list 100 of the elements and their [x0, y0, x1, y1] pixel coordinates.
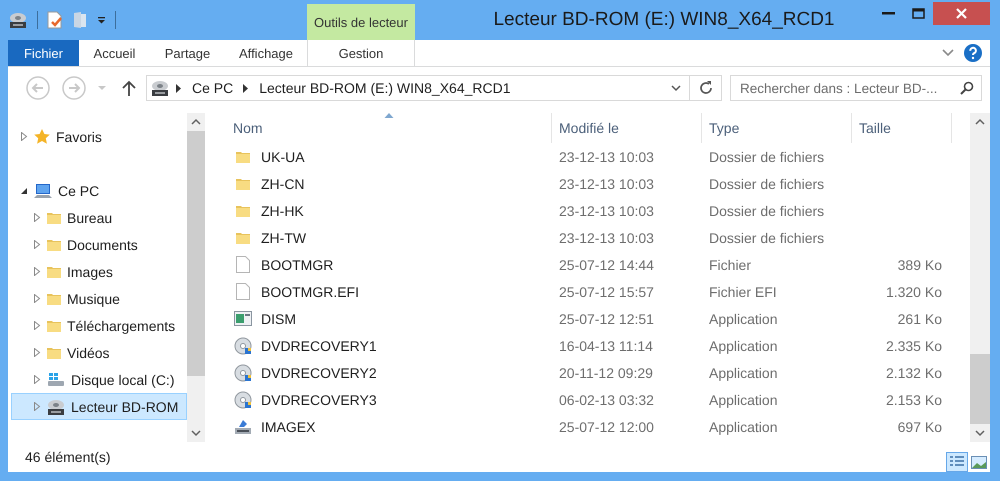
nav-label: Vidéos [67, 344, 110, 360]
modified-date: 23-12-13 10:03 [559, 230, 654, 246]
application-window-icon [234, 311, 252, 326]
window-title: Lecteur BD-ROM (E:) WIN8_X64_RCD1 [492, 8, 836, 32]
file-type: Fichier [709, 256, 752, 272]
refresh-button[interactable] [690, 75, 722, 101]
collapsed-arrow-icon[interactable] [33, 267, 41, 276]
breadcrumb[interactable]: Ce PC [188, 80, 238, 96]
disc-drive-icon [150, 79, 170, 97]
nav-item[interactable]: Documents [11, 231, 187, 258]
modified-date: 23-12-13 10:03 [559, 202, 654, 218]
help-icon[interactable] [964, 44, 982, 62]
file-type: Application [709, 338, 778, 354]
collapsed-arrow-icon[interactable] [33, 240, 41, 249]
file-row[interactable]: UK-UA 23-12-13 10:03 Dossier de fichiers [226, 143, 970, 170]
scroll-up-icon[interactable] [191, 117, 201, 127]
breadcrumb-arrow-icon[interactable] [243, 84, 250, 92]
expanded-arrow-icon[interactable] [20, 186, 28, 194]
details-view-button[interactable] [946, 452, 968, 472]
collapsed-arrow-icon[interactable] [33, 294, 41, 303]
file-size: 697 Ko [898, 418, 942, 434]
search-icon[interactable] [960, 81, 974, 95]
new-folder-icon[interactable] [72, 11, 88, 29]
file-type: Fichier EFI [709, 284, 777, 300]
disc-icon [234, 390, 252, 408]
address-bar[interactable]: Ce PC Lecteur BD-ROM (E:) WIN8_X64_RCD1 [146, 75, 690, 101]
file-row[interactable]: ZH-HK 23-12-13 10:03 Dossier de fichiers [226, 197, 970, 224]
file-row[interactable]: BOOTMGR.EFI 25-07-12 15:57 Fichier EFI 1.320 Ko [226, 278, 970, 305]
scrollbar[interactable] [187, 113, 205, 442]
scroll-up-icon[interactable] [975, 117, 985, 127]
setup-icon [233, 418, 253, 436]
column-header[interactable]: Type [702, 113, 852, 143]
scroll-down-icon[interactable] [191, 428, 201, 438]
scroll-thumb[interactable] [970, 354, 990, 424]
file-row[interactable]: ZH-CN 23-12-13 10:03 Dossier de fichiers [226, 170, 970, 197]
column-header[interactable]: Taille [852, 113, 952, 143]
column-header[interactable]: Modifié le [552, 113, 702, 143]
drive-icon [46, 372, 66, 388]
nav-label: Lecteur BD-ROM [71, 398, 178, 414]
nav-item[interactable]: Favoris [11, 123, 187, 150]
file-name: BOOTMGR [261, 256, 334, 272]
nav-item[interactable]: Vidéos [11, 339, 187, 366]
scrollbar[interactable] [970, 113, 990, 442]
file-name: IMAGEX [261, 418, 316, 434]
modified-date: 25-07-12 12:51 [559, 310, 654, 326]
nav-item[interactable]: Disque local (C:) [11, 366, 187, 393]
file-row[interactable]: ZH-TW 23-12-13 10:03 Dossier de fichiers [226, 224, 970, 251]
file-icon [236, 256, 250, 273]
file-row[interactable]: DVDRECOVERY3 06-02-13 03:32 Application 2.153 Ko [226, 386, 970, 413]
nav-item[interactable]: Téléchargements [11, 312, 187, 339]
ribbon-tab[interactable]: Fichier [8, 40, 79, 66]
nav-label: Musique [67, 290, 120, 306]
search-field[interactable]: Rechercher dans : Lecteur BD-... [730, 75, 982, 101]
collapsed-arrow-icon[interactable] [33, 375, 41, 384]
modified-date: 23-12-13 10:03 [559, 176, 654, 192]
file-type: Dossier de fichiers [709, 202, 824, 218]
chevron-down-icon[interactable] [671, 84, 681, 92]
ribbon-tab[interactable]: Gestion [307, 40, 415, 66]
collapsed-arrow-icon[interactable] [33, 402, 41, 411]
nav-item[interactable]: Images [11, 258, 187, 285]
customize-dropdown-icon[interactable] [97, 16, 106, 24]
disc-icon [234, 364, 252, 382]
collapsed-arrow-icon[interactable] [33, 213, 41, 222]
image-icon [971, 456, 987, 468]
nav-label: Documents [67, 236, 138, 252]
modified-date: 20-11-12 09:29 [559, 364, 653, 380]
file-size: 2.335 Ko [886, 338, 942, 354]
file-row[interactable]: DISM 25-07-12 12:51 Application 261 Ko [226, 305, 970, 332]
file-type: Application [709, 364, 778, 380]
collapsed-arrow-icon[interactable] [20, 132, 28, 141]
breadcrumb-arrow-icon[interactable] [176, 84, 182, 92]
nav-label: Disque local (C:) [71, 372, 174, 388]
scroll-thumb[interactable] [187, 131, 205, 376]
nav-item[interactable]: Musique [11, 285, 187, 312]
refresh-icon [698, 80, 714, 96]
file-type: Dossier de fichiers [709, 176, 824, 192]
disc-icon [234, 336, 252, 354]
nav-label: Bureau [67, 210, 112, 226]
file-row[interactable]: DVDRECOVERY1 16-04-13 11:14 Application 2.335 Ko [226, 332, 970, 359]
file-type: Dossier de fichiers [709, 148, 824, 164]
caret-icon [98, 86, 106, 90]
scroll-down-icon[interactable] [975, 428, 985, 438]
column-header[interactable]: Nom [226, 113, 552, 143]
collapsed-arrow-icon[interactable] [33, 321, 41, 330]
file-size: 2.132 Ko [886, 364, 942, 380]
file-row[interactable]: IMAGEX 25-07-12 12:00 Application 697 Ko [226, 413, 970, 440]
file-name: UK-UA [261, 148, 305, 164]
collapsed-arrow-icon[interactable] [33, 348, 41, 357]
nav-item[interactable]: Lecteur BD-ROM [11, 393, 187, 420]
nav-item[interactable]: Bureau [11, 204, 187, 231]
disc-drive-icon [46, 398, 66, 416]
close-button[interactable] [933, 2, 990, 25]
properties-icon[interactable] [47, 11, 63, 29]
file-row[interactable]: BOOTMGR 25-07-12 14:44 Fichier 389 Ko [226, 251, 970, 278]
nav-item[interactable]: Ce PC [11, 177, 187, 204]
breadcrumb[interactable]: Lecteur BD-ROM (E:) WIN8_X64_RCD1 [255, 80, 515, 96]
modified-date: 06-02-13 03:32 [559, 392, 654, 408]
file-row[interactable]: DVDRECOVERY2 20-11-12 09:29 Application 2.132 Ko [226, 359, 970, 386]
chevron-down-icon[interactable] [942, 49, 954, 57]
contextual-tab-group: Outils de lecteur [307, 4, 415, 40]
